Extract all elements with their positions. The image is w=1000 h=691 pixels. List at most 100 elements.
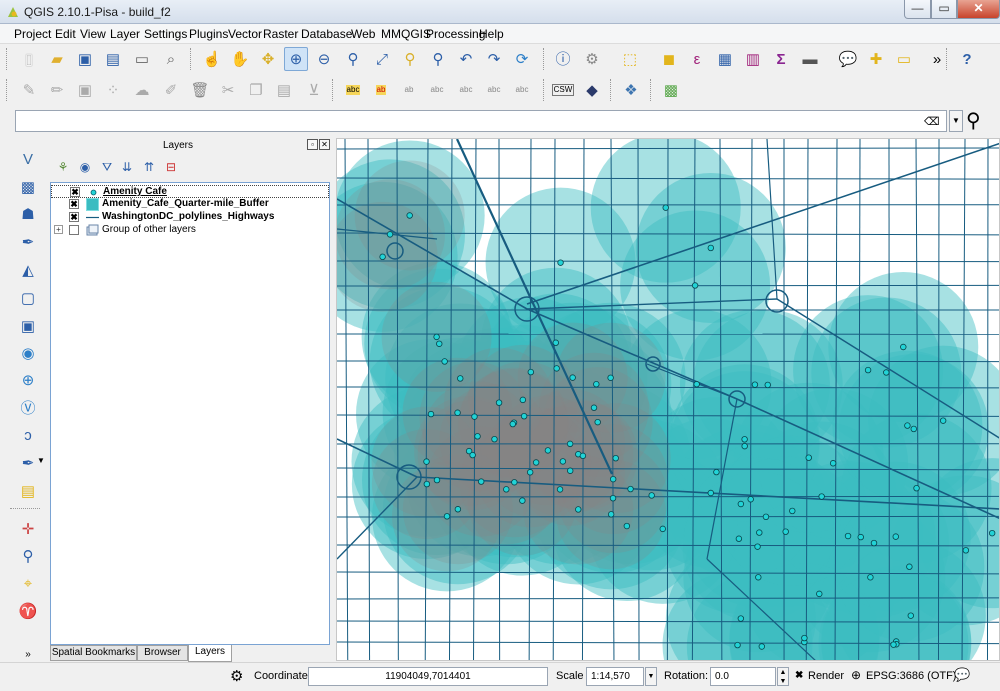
move-label-button[interactable]: abc (454, 78, 478, 102)
cafe-point[interactable] (870, 539, 878, 547)
collapse-all-button[interactable]: ⇈ (140, 158, 158, 176)
cafe-point[interactable] (474, 433, 481, 440)
python-console-button[interactable]: ❖ (619, 78, 643, 102)
add-vector-layer-button[interactable]: V (16, 147, 40, 171)
toolbar-overflow-button[interactable]: » (925, 47, 949, 71)
minimize-button[interactable]: — (904, 0, 931, 19)
cafe-point[interactable] (734, 641, 741, 649)
gps-button[interactable]: ♈ (16, 599, 40, 623)
cafe-point[interactable] (906, 563, 913, 570)
scale-field[interactable]: 1:14,570 (586, 667, 644, 686)
add-delimited-text-button[interactable]: ↄ (16, 423, 40, 447)
manage-visibility-button[interactable]: ◉ (76, 158, 94, 176)
cafe-point[interactable] (751, 381, 759, 388)
zoom-selection-button[interactable]: ⚲ (398, 47, 422, 71)
cafe-point[interactable] (627, 485, 634, 493)
cafe-point[interactable] (607, 374, 614, 381)
cafe-point[interactable] (579, 452, 587, 460)
cafe-point[interactable] (503, 486, 510, 493)
cafe-point[interactable] (519, 497, 526, 504)
map-canvas[interactable] (336, 138, 1000, 661)
pin-labels-button[interactable]: ab (397, 78, 421, 102)
zoom-native-button[interactable]: ⚲ (341, 47, 365, 71)
add-wfs-layer-button[interactable]: Ⓥ (16, 396, 40, 420)
add-db2-layer-button[interactable]: ▣ (16, 314, 40, 338)
close-panel-button[interactable]: ✕ (319, 139, 330, 150)
cafe-point[interactable] (454, 506, 462, 513)
cafe-point[interactable] (556, 486, 564, 493)
cafe-point[interactable] (737, 615, 745, 622)
add-postgis-layer-button[interactable]: ☗ (16, 202, 40, 226)
cafe-point[interactable] (567, 467, 574, 474)
cafe-point[interactable] (544, 447, 552, 454)
new-project-button[interactable]: ▯ (17, 47, 41, 71)
georeferencer-button[interactable]: ▩ (659, 78, 683, 102)
menu-view[interactable]: View (80, 27, 106, 41)
cafe-point[interactable] (607, 511, 615, 518)
georef-point-button[interactable]: ✛ (16, 517, 40, 541)
layer-item-amenity-cafe[interactable]: ✖ Amenity Cafe (51, 185, 329, 198)
measure-button[interactable]: ▬ (798, 47, 822, 71)
add-wcs-layer-button[interactable]: ⊕ (16, 368, 40, 392)
tab-browser[interactable]: Browser (137, 645, 188, 661)
pan-button[interactable]: ✋ (228, 47, 252, 71)
remove-layer-button[interactable]: ⊟ (162, 158, 180, 176)
cafe-point[interactable] (433, 333, 440, 341)
cafe-point[interactable] (818, 493, 825, 500)
zoom-in-button[interactable]: ⊕ (284, 47, 308, 71)
close-button[interactable]: ✕ (957, 0, 1000, 19)
cafe-point[interactable] (519, 396, 527, 404)
cafe-point[interactable] (559, 458, 567, 465)
messages-icon[interactable]: ⚙ (230, 667, 243, 685)
toggle-editing-button[interactable]: ✏ (45, 78, 69, 102)
cafe-point[interactable] (659, 525, 666, 533)
cafe-point[interactable] (756, 529, 763, 536)
cafe-point[interactable] (829, 460, 837, 467)
menu-mmqgis[interactable]: MMQGIS (381, 27, 431, 41)
cafe-point[interactable] (590, 404, 598, 411)
map-tips-button[interactable]: ⚙ (580, 47, 604, 71)
cafe-point[interactable] (939, 417, 947, 424)
menu-raster[interactable]: Raster (263, 27, 298, 41)
cafe-point[interactable] (747, 496, 754, 503)
add-feature-button[interactable]: ⁘ (101, 78, 125, 102)
menu-plugins[interactable]: Plugins (189, 27, 228, 41)
menu-project[interactable]: Project (14, 27, 51, 41)
cafe-point[interactable] (457, 375, 464, 382)
cafe-point[interactable] (386, 231, 394, 238)
rotation-spinner[interactable]: ▲ ▼ (777, 667, 789, 686)
cafe-point[interactable] (436, 340, 443, 347)
chevron-down-icon[interactable]: ▼ (37, 456, 45, 465)
cafe-point[interactable] (593, 381, 600, 388)
cafe-point[interactable] (509, 420, 516, 428)
cafe-point[interactable] (691, 282, 699, 289)
cafe-point[interactable] (623, 522, 631, 530)
message-log-icon[interactable]: 💬 (954, 667, 970, 683)
layer-visibility-checkbox[interactable] (69, 225, 79, 235)
current-edits-button[interactable]: ✎ (17, 78, 41, 102)
cafe-point[interactable] (427, 410, 435, 418)
attribute-table-button[interactable]: ▦ (713, 47, 737, 71)
move-feature-button[interactable]: ☁ (130, 78, 154, 102)
cafe-point[interactable] (907, 612, 914, 619)
help-button[interactable]: ? (955, 47, 979, 71)
cafe-point[interactable] (900, 343, 907, 351)
rotation-field[interactable]: 0.0 (710, 667, 776, 686)
delete-selected-button[interactable]: 🗑 (188, 78, 212, 102)
sum-button[interactable]: Σ (769, 47, 793, 71)
tab-spatial-bookmarks[interactable]: Spatial Bookmarks (50, 645, 137, 661)
clear-search-icon[interactable]: ⌫ (924, 115, 940, 128)
cafe-point[interactable] (713, 468, 720, 476)
show-bookmarks-button[interactable]: ▭ (892, 47, 916, 71)
statistics-button[interactable]: ▥ (741, 47, 765, 71)
add-spatialite-layer-button[interactable]: ✒ (16, 230, 40, 254)
cafe-point[interactable] (754, 543, 761, 550)
cafe-point[interactable] (913, 484, 920, 492)
map-svg[interactable] (337, 139, 1000, 661)
cafe-point[interactable] (569, 374, 576, 381)
crs-status[interactable]: EPSG:3686 (OTF) (866, 670, 956, 682)
menu-help[interactable]: Help (479, 27, 504, 41)
cafe-point[interactable] (782, 528, 789, 535)
cafe-point[interactable] (454, 409, 461, 416)
expand-group-icon[interactable]: + (54, 225, 63, 234)
